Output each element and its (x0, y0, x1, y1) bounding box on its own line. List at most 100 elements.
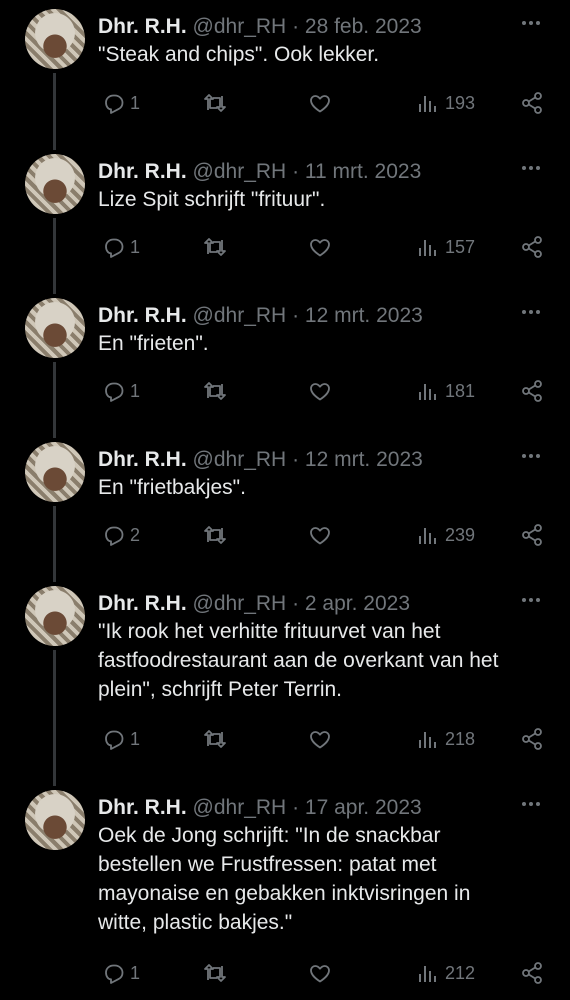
like-button[interactable] (308, 958, 332, 988)
author-name[interactable]: Dhr. R.H. (98, 160, 187, 183)
author-name[interactable]: Dhr. R.H. (98, 304, 187, 327)
share-button[interactable] (520, 88, 544, 118)
tweet-date[interactable]: 11 mrt. 2023 (305, 160, 421, 183)
author-handle[interactable]: @dhr_RH (193, 15, 287, 38)
retweet-button[interactable] (203, 958, 227, 988)
tweet[interactable]: Dhr. R.H. @dhr_RH · 28 feb. 2023 "Steak … (0, 5, 570, 150)
more-icon[interactable] (516, 302, 546, 322)
tweet[interactable]: Dhr. R.H. @dhr_RH · 2 apr. 2023 "Ik rook… (0, 582, 570, 786)
tweet-date[interactable]: 12 mrt. 2023 (305, 448, 423, 471)
avatar[interactable] (25, 298, 85, 358)
views-button[interactable]: 212 (416, 958, 475, 988)
views-button[interactable]: 181 (416, 376, 475, 406)
separator-dot: · (292, 15, 300, 38)
tweet-header: Dhr. R.H. @dhr_RH · 2 apr. 2023 (98, 591, 410, 617)
avatar[interactable] (25, 790, 85, 850)
tweet[interactable]: Dhr. R.H. @dhr_RH · 12 mrt. 2023 En "fri… (0, 294, 570, 438)
tweet[interactable]: Dhr. R.H. @dhr_RH · 11 mrt. 2023 Lize Sp… (0, 150, 570, 294)
more-icon[interactable] (516, 590, 546, 610)
tweet-text: "Steak and chips". Ook lekker. (98, 43, 380, 66)
view-count: 239 (445, 524, 476, 545)
author-name[interactable]: Dhr. R.H. (98, 592, 187, 615)
reply-icon (105, 964, 124, 984)
reply-count: 1 (130, 380, 141, 401)
more-icon[interactable] (516, 446, 546, 466)
view-count: 157 (445, 236, 476, 257)
reply-button[interactable]: 1 (102, 958, 140, 988)
reply-icon (105, 730, 124, 750)
retweet-icon (204, 526, 226, 544)
share-button[interactable] (520, 958, 544, 988)
more-icon[interactable] (516, 158, 546, 178)
views-button[interactable]: 218 (416, 724, 475, 754)
author-handle[interactable]: @dhr_RH (193, 304, 287, 327)
tweet-text: En "frietbakjes". (98, 476, 246, 499)
avatar[interactable] (25, 154, 85, 214)
reply-button[interactable]: 1 (102, 232, 140, 262)
share-icon (522, 92, 542, 114)
retweet-button[interactable] (203, 376, 227, 406)
like-button[interactable] (308, 88, 332, 118)
author-name[interactable]: Dhr. R.H. (98, 448, 187, 471)
avatar[interactable] (25, 586, 85, 646)
share-button[interactable] (520, 376, 544, 406)
tweet-header: Dhr. R.H. @dhr_RH · 28 feb. 2023 (98, 14, 422, 40)
tweet-date[interactable]: 12 mrt. 2023 (305, 304, 423, 327)
tweet-actions: 1 212 (0, 958, 570, 988)
retweet-icon (204, 94, 226, 112)
tweet-date[interactable]: 17 apr. 2023 (305, 796, 422, 819)
separator-dot: · (292, 592, 300, 615)
reply-button[interactable]: 1 (102, 724, 140, 754)
view-count: 181 (445, 380, 476, 401)
share-button[interactable] (520, 724, 544, 754)
views-icon (419, 384, 436, 400)
reply-count: 1 (130, 92, 141, 113)
separator-dot: · (292, 448, 300, 471)
author-handle[interactable]: @dhr_RH (193, 160, 287, 183)
more-icon[interactable] (516, 794, 546, 814)
heart-icon (310, 965, 330, 983)
tweet-date[interactable]: 28 feb. 2023 (305, 15, 422, 38)
views-button[interactable]: 157 (416, 232, 475, 262)
share-button[interactable] (520, 232, 544, 262)
views-button[interactable]: 193 (416, 88, 475, 118)
heart-icon (310, 239, 330, 257)
avatar[interactable] (25, 9, 85, 69)
reply-button[interactable]: 1 (102, 88, 140, 118)
thread-connector (53, 650, 56, 786)
tweet-text: En "frieten". (98, 332, 209, 355)
tweet-date[interactable]: 2 apr. 2023 (305, 592, 410, 615)
tweet-header: Dhr. R.H. @dhr_RH · 11 mrt. 2023 (98, 159, 421, 185)
share-icon (522, 236, 542, 258)
like-button[interactable] (308, 520, 332, 550)
like-button[interactable] (308, 232, 332, 262)
author-name[interactable]: Dhr. R.H. (98, 15, 187, 38)
retweet-button[interactable] (203, 724, 227, 754)
views-button[interactable]: 239 (416, 520, 475, 550)
like-button[interactable] (308, 376, 332, 406)
retweet-icon (204, 382, 226, 400)
tweet[interactable]: Dhr. R.H. @dhr_RH · 12 mrt. 2023 En "fri… (0, 438, 570, 582)
author-handle[interactable]: @dhr_RH (193, 448, 287, 471)
like-button[interactable] (308, 724, 332, 754)
avatar[interactable] (25, 442, 85, 502)
author-handle[interactable]: @dhr_RH (193, 796, 287, 819)
share-button[interactable] (520, 520, 544, 550)
more-icon[interactable] (516, 13, 546, 33)
retweet-button[interactable] (203, 88, 227, 118)
tweet-header: Dhr. R.H. @dhr_RH · 12 mrt. 2023 (98, 303, 423, 329)
tweet-actions: 1 218 (0, 724, 570, 754)
reply-button[interactable]: 1 (102, 376, 140, 406)
view-count: 212 (445, 962, 476, 983)
heart-icon (310, 383, 330, 401)
views-icon (419, 732, 436, 748)
tweet-text: Oek de Jong schrijft: "In de snackbar be… (98, 824, 471, 934)
retweet-button[interactable] (203, 232, 227, 262)
reply-button[interactable]: 2 (102, 520, 140, 550)
retweet-icon (204, 964, 226, 982)
tweet[interactable]: Dhr. R.H. @dhr_RH · 17 apr. 2023 Oek de … (0, 786, 570, 1000)
author-handle[interactable]: @dhr_RH (193, 592, 287, 615)
retweet-button[interactable] (203, 520, 227, 550)
author-name[interactable]: Dhr. R.H. (98, 796, 187, 819)
tweet-header: Dhr. R.H. @dhr_RH · 17 apr. 2023 (98, 795, 422, 821)
